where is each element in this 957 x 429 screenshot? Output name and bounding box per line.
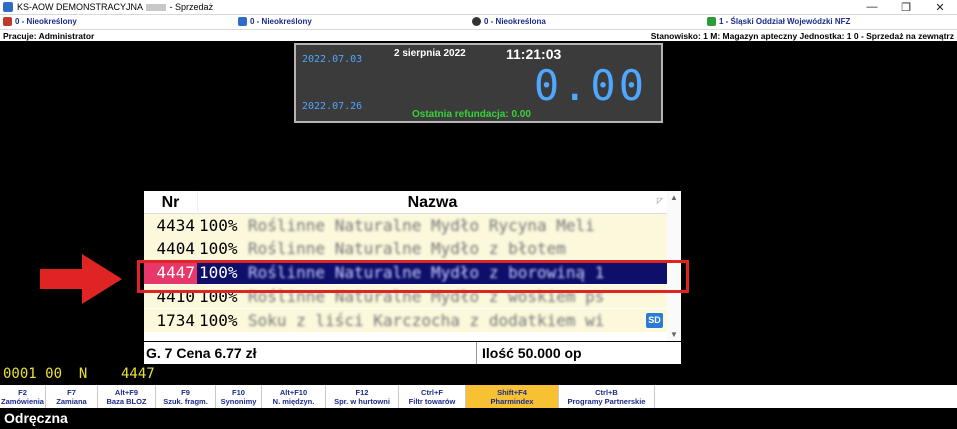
red-arrow-icon [40,254,122,304]
row-nr: 1734 [156,311,195,330]
fkey-check-wholesaler[interactable]: F12 Spr. w hurtowni [326,385,399,408]
row-nr: 4434 [156,216,195,235]
function-key-bar: F2 Zamówienia F7 Zamiana Alt+F9 Baza BLO… [0,385,957,408]
row-percent: 100% [199,311,238,330]
fkey-synonyms[interactable]: F10 Synonimy [216,385,262,408]
fkey-bloz-base[interactable]: Alt+F9 Baza BLOZ [98,385,156,408]
fkey-replace[interactable]: F7 Zamiana [46,385,98,408]
sd-badge: SD [646,313,663,328]
current-date: 2 sierpnia 2022 [394,48,466,59]
person-icon [3,17,12,26]
fkey-fragment-search[interactable]: F9 Szuk. fragm. [156,385,216,408]
fkey-pharmindex[interactable]: Shift+F4 Pharmindex [466,385,559,408]
fkey-product-filter[interactable]: Ctrl+F Filtr towarów [399,385,466,408]
current-user: Pracuje: Administrator [3,31,95,41]
close-button[interactable]: ✕ [923,0,957,14]
column-header-name[interactable]: Nazwa [197,191,667,214]
info-cell-doctor[interactable]: 0 - Nieokreślony [238,17,312,26]
last-refund: Ostatnia refundacja: 0.00 [412,109,531,120]
scroll-up-icon[interactable]: ▲ [667,193,681,202]
table-row[interactable]: 4434 100% Roślinne Naturalne Mydło Rycyn… [144,214,667,237]
column-header-nr[interactable]: Nr [144,191,197,214]
scroll-down-icon[interactable]: ▼ [667,330,681,339]
row-name: Roślinne Naturalne Mydło Rycyna Meli [248,216,595,235]
sort-icon[interactable]: ◸ [657,196,663,205]
status-panel: 2022.07.03 2022.07.26 2 sierpnia 2022 11… [294,43,663,123]
date-first: 2022.07.03 [302,54,363,65]
list-header: Nr Nazwa ◸ [144,191,681,214]
row-percent: 100% [199,216,238,235]
entry-codes: 0001 00 N 4447 [3,366,155,382]
fkey-partner-programs[interactable]: Ctrl+B Programy Partnerskie [559,385,655,408]
price-info-bar: G. 7 Cena 6.77 zł Ilość 50.000 op [144,342,681,364]
info-cell-client[interactable]: 0 - Nieokreślony [3,17,77,26]
row-percent: 100% [199,239,238,258]
doctor-icon [238,17,247,26]
window-title: KS-AOW DEMONSTRACYJNA - Sprzedaż [17,2,214,12]
sales-window: KS-AOW DEMONSTRACYJNA - Sprzedaż — ❐ ✕ 0… [0,0,957,429]
table-row[interactable]: 4404 100% Roślinne Naturalne Mydło z bło… [144,237,667,260]
nfz-icon [707,17,716,26]
date-second: 2022.07.26 [302,101,363,112]
info-cell-institution[interactable]: 0 - Nieokreślona [472,17,546,26]
row-nr: 4404 [156,239,195,258]
app-icon [3,2,13,12]
fkey-orders[interactable]: F2 Zamówienia [0,385,46,408]
blurred-name [146,4,167,12]
price-info: G. 7 Cena 6.77 zł [146,345,257,361]
row-name: Soku z liści Karczocha z dodatkiem wi [248,311,605,330]
maximize-button[interactable]: ❐ [889,0,923,14]
institution-icon [472,17,481,26]
station-info: Stanowisko: 1 M: Magazyn apteczny Jednos… [650,31,954,41]
quantity-info: Ilość 50.000 op [482,345,582,361]
info-cell-nfz[interactable]: 1 - Śląski Oddział Wojewódzki NFZ [707,17,850,26]
info-row-bottom: Pracuje: Administrator Stanowisko: 1 M: … [0,29,957,41]
title-bar: KS-AOW DEMONSTRACYJNA - Sprzedaż — ❐ ✕ [0,0,957,14]
fkey-international-names[interactable]: Alt+F10 N. międzyn. [262,385,326,408]
divider [476,342,477,364]
table-row[interactable]: 1734 100% Soku z liści Karczocha z dodat… [144,309,667,332]
sale-mode: Odręczna [0,408,957,429]
total-amount: 0.00 [533,61,647,110]
row-name: Roślinne Naturalne Mydło z błotem [248,239,566,258]
current-time: 11:21:03 [506,46,562,62]
highlight-frame [137,260,689,293]
minimize-button[interactable]: — [855,0,889,14]
info-row-top: 0 - Nieokreślony 0 - Nieokreślony 0 - Ni… [0,14,957,29]
